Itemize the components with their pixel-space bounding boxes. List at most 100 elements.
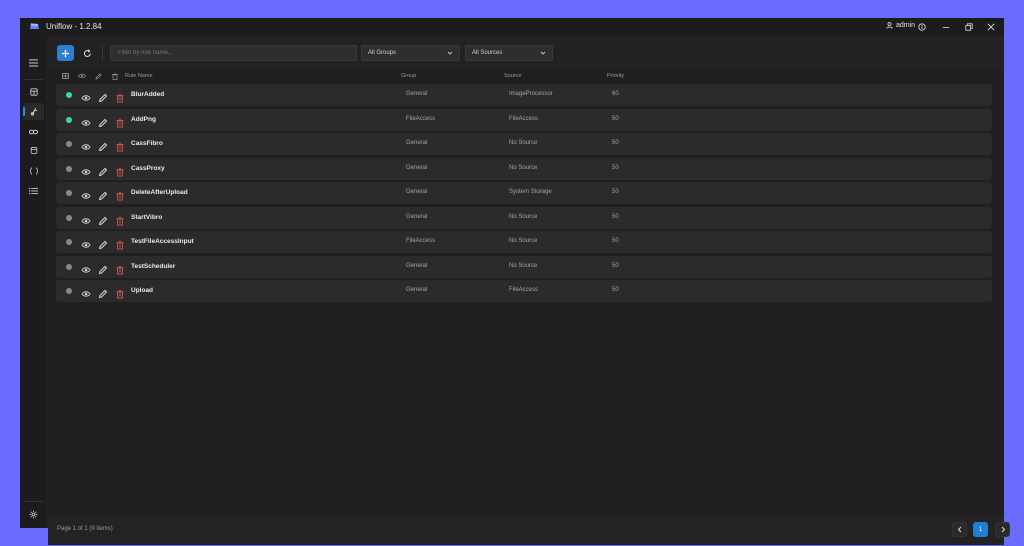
sidebar-item-logs[interactable] [23,182,44,199]
table-row[interactable]: CassFibro General No Source 50 [56,133,992,155]
toolbar-divider [102,45,103,61]
pencil-icon [98,93,108,103]
delete-rule-button[interactable] [115,139,125,152]
delete-rule-button[interactable] [115,164,125,176]
rule-name: CassFibro [131,140,163,147]
table-row[interactable]: BlurAdded General ImageProcessor 60 [56,84,992,106]
rule-priority: 50 [612,287,619,293]
toggle-visibility-button[interactable] [81,164,91,175]
group-select[interactable]: All Groups [361,45,460,61]
edit-rule-button[interactable] [98,90,108,103]
info-icon [918,23,926,31]
edit-rule-button[interactable] [98,164,108,176]
table-row[interactable]: DeleteAfterUpload General System Storage 50 [56,182,992,204]
toggle-visibility-button[interactable] [81,90,91,101]
table-row[interactable]: AddPng FileAccess FileAccess 50 [56,108,992,131]
sidebar-item-settings[interactable] [23,506,44,523]
gear-icon [29,510,38,519]
rule-name: TestScheduler [131,262,176,270]
source-select[interactable]: All Sources [465,45,553,61]
rule-group: General [406,213,428,220]
grid-icon [62,73,69,79]
trash-icon [116,216,124,225]
delete-rule-button[interactable] [115,237,125,250]
rule-group: General [406,287,428,293]
edit-rule-button[interactable] [98,213,108,225]
rule-source: No Source [509,238,538,244]
delete-rule-button[interactable] [115,286,125,299]
chevron-right-icon [1001,526,1005,533]
header-priority: Priority [607,73,625,79]
rule-source: No Source [509,262,538,269]
link-icon [29,129,38,134]
restore-button[interactable] [961,20,977,34]
refresh-button[interactable] [79,45,95,61]
toggle-visibility-button[interactable] [81,115,91,126]
edit-rule-button[interactable] [98,237,108,250]
status-indicator [66,214,72,221]
restore-icon [965,23,973,31]
table-row[interactable]: TestFileAccessInput FileAccess No Source 50 [56,231,992,253]
sidebar-item-scripts[interactable] [23,162,44,179]
refresh-icon [83,48,91,57]
rule-priority: 50 [612,115,619,122]
sidebar-menu-toggle[interactable] [23,54,44,71]
rule-priority: 50 [612,189,619,195]
user-menu[interactable]: admin [886,22,915,29]
rule-group: FileAccess [406,238,436,244]
edit-rule-button[interactable] [98,188,108,201]
pencil-icon [98,167,108,176]
toggle-visibility-button[interactable] [81,213,91,224]
rule-group: General [406,262,428,269]
edit-rule-button[interactable] [98,262,108,274]
header-group: Group [401,73,417,79]
rule-source: No Source [509,164,538,171]
rule-source: FileAccess [509,287,539,293]
prev-page-button[interactable] [952,522,967,537]
table-row[interactable]: CassProxy General No Source 50 [56,157,992,180]
delete-rule-button[interactable] [115,262,125,274]
rule-priority: 50 [612,238,619,244]
eye-icon [81,119,91,126]
toggle-visibility-button[interactable] [81,262,91,273]
close-button[interactable] [983,20,999,34]
toggle-visibility-button[interactable] [81,286,91,297]
pagination-bar: Page 1 of 1 (9 items) 1 [48,515,1010,545]
next-page-button[interactable] [995,522,1010,537]
rule-group: General [406,140,428,146]
page-button-current[interactable]: 1 [973,522,988,537]
edit-rule-button[interactable] [98,286,108,299]
header-rule-name: Rule Name [125,73,153,79]
delete-rule-button[interactable] [115,90,125,103]
eye-icon [81,168,91,175]
table-row[interactable]: TestScheduler General No Source 50 [56,255,992,278]
status-indicator [66,288,72,294]
toolbar: All Groups All Sources [48,36,1004,70]
info-button[interactable] [914,20,930,34]
table-row[interactable]: StartVibro General No Source 50 [56,206,992,229]
toggle-visibility-button[interactable] [81,237,91,248]
table-row[interactable]: Upload General FileAccess 50 [56,280,992,302]
pencil-icon [98,289,108,299]
add-rule-button[interactable] [57,45,74,61]
filter-input[interactable] [110,45,357,61]
edit-rule-button[interactable] [98,115,108,127]
trash-icon [116,118,124,127]
sidebar-item-connections[interactable] [23,123,44,140]
rule-name: DeleteAfterUpload [131,189,188,196]
sidebar-item-dashboard[interactable] [23,83,44,100]
delete-rule-button[interactable] [115,213,125,225]
user-icon [886,22,893,29]
trash-icon [116,265,124,274]
sidebar-item-storage[interactable] [23,142,44,159]
minimize-button[interactable] [938,20,954,34]
rule-source: FileAccess [509,115,539,122]
sidebar-item-rules[interactable] [23,103,44,120]
delete-rule-button[interactable] [115,188,125,201]
edit-rule-button[interactable] [98,139,108,152]
toggle-visibility-button[interactable] [81,188,91,199]
delete-rule-button[interactable] [115,115,125,127]
toggle-visibility-button[interactable] [81,139,91,150]
rule-group: General [406,164,428,171]
app-logo [30,23,39,29]
